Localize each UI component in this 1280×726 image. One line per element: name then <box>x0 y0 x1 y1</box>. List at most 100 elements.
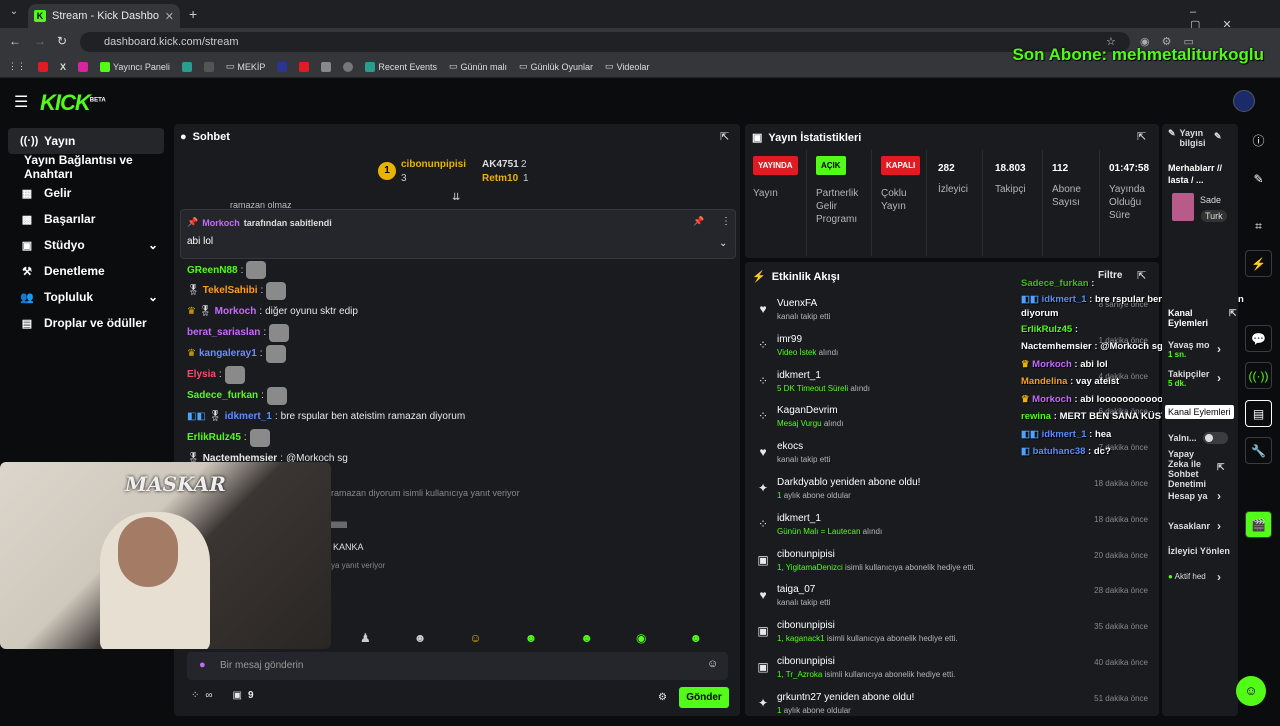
heart-icon: ♥ <box>759 588 767 603</box>
bookmark-icon-b[interactable] <box>203 61 214 72</box>
channel-points-icon[interactable]: ⁘ <box>191 690 199 701</box>
sidebar-item-yayin[interactable]: ((·)) Yayın <box>8 128 164 154</box>
bookmark-gunluk-oyunlar[interactable]: ▭ Günlük Oyunlar <box>519 61 593 72</box>
chat-username[interactable]: kangaleray1 <box>199 347 257 360</box>
chat-username[interactable]: GReenN88 <box>187 264 238 277</box>
gifter-count: 1 <box>523 173 529 184</box>
chat-username[interactable]: Sadece_furkan <box>187 389 258 402</box>
emote-icon[interactable]: ☻ <box>689 631 702 647</box>
instagram-icon[interactable] <box>78 61 89 72</box>
bookmark-videolar[interactable]: ▭ Videolar <box>605 61 649 72</box>
chevron-down-icon[interactable]: ⌄ <box>719 238 727 249</box>
emoji-icon[interactable]: ☺ <box>707 658 718 670</box>
gift-icon[interactable]: ▣ <box>233 690 242 701</box>
message-input[interactable]: ● Bir mesaj gönderin ☺ <box>187 652 728 680</box>
bookmark-recent-events[interactable]: Recent Events <box>365 61 437 72</box>
sidebar-item-gelir[interactable]: ▦ Gelir <box>8 180 164 206</box>
emote-icon[interactable]: ♟ <box>360 631 371 647</box>
chevron-right-icon[interactable]: › <box>1217 489 1221 503</box>
edit-icon[interactable]: ✎ <box>1214 131 1222 142</box>
active-host-row[interactable]: ● Aktif hed <box>1168 572 1206 581</box>
bookmark-icon-d[interactable] <box>299 61 310 72</box>
more-icon[interactable]: ⋮ <box>721 216 731 227</box>
bookmark-icon-a[interactable] <box>181 61 192 72</box>
sidebar-item-topluluk[interactable]: 👥 Topluluk ⌄ <box>8 284 164 310</box>
emote-icon[interactable]: ◉ <box>636 631 646 647</box>
url-bar[interactable]: dashboard.kick.com/stream <box>80 32 1130 52</box>
ai-moderation-row[interactable]: Yapay Zeka ile Sohbet Denetimi <box>1168 449 1212 489</box>
popout-icon[interactable]: ⇱ <box>720 130 729 143</box>
back-icon[interactable]: ← <box>9 34 21 48</box>
gifter-name: AK4751 <box>482 159 519 170</box>
sidebar-item-droplar[interactable]: ▤ Droplar ve ödüller <box>8 310 164 336</box>
bookmark-gunun-mali[interactable]: ▭ Günün malı <box>449 61 507 72</box>
activity-time: 20 dakika önce <box>1094 550 1148 560</box>
chat-username[interactable]: TekelSahibi <box>203 284 258 297</box>
chevron-right-icon[interactable]: › <box>1217 371 1221 385</box>
activity-name: Darkdyablo yeniden abone oldu! <box>777 477 921 488</box>
x-icon[interactable]: X <box>60 62 66 72</box>
emote-icon[interactable]: ☻ <box>580 631 593 647</box>
bookmark-icon-c[interactable] <box>277 61 288 72</box>
chat-username[interactable]: idkmert_1 <box>225 410 272 423</box>
edit-stream-icon[interactable]: ✎ <box>1245 165 1272 192</box>
channel-actions-popout-icon[interactable]: ⇱ <box>1229 308 1237 319</box>
tab-search-button[interactable]: ⌄ <box>6 6 22 22</box>
emote-icon[interactable]: ☺ <box>469 631 481 647</box>
reload-icon[interactable]: ↻ <box>57 34 67 48</box>
chevron-right-icon[interactable]: › <box>1217 570 1221 584</box>
stat-value: 112 <box>1052 163 1069 174</box>
sidebar-item-denetleme[interactable]: ⚒ Denetleme <box>8 258 164 284</box>
tab-close-icon[interactable]: ✕ <box>165 10 174 23</box>
wrench-icon[interactable]: 🔧 <box>1245 437 1272 464</box>
microphone-icon[interactable]: ● <box>199 659 206 671</box>
emote-icon[interactable]: ☻ <box>414 631 427 647</box>
unpin-icon[interactable]: 📌 <box>693 216 704 227</box>
sidebar-item-stream-key[interactable]: Yayın Bağlantısı ve Anahtarı <box>8 153 164 181</box>
new-tab-button[interactable]: + <box>189 6 197 22</box>
pinned-message: 📌 Morkoch tarafından sabitlendi abi lol … <box>180 209 736 259</box>
chat-settings-icon[interactable]: 💬 <box>1245 325 1272 352</box>
community-icon: 👥 <box>20 291 34 304</box>
chat-username[interactable]: berat_sariaslan <box>187 326 260 339</box>
bookmark-yayinci-paneli[interactable]: Yayıncı Paneli <box>100 61 170 72</box>
apps-icon[interactable]: ⋮⋮ <box>8 61 26 72</box>
chat-username[interactable]: Morkoch <box>215 305 257 318</box>
activity-name: cibonunpipisi <box>777 656 835 667</box>
bookmark-icon-e[interactable] <box>321 61 332 72</box>
emote-icon[interactable]: ☻ <box>525 631 538 647</box>
popout-icon[interactable]: ⇱ <box>1137 130 1146 143</box>
external-link-icon[interactable]: ⇱ <box>1217 462 1225 473</box>
chevron-right-icon[interactable]: › <box>1217 519 1221 533</box>
chat-username[interactable]: Elysia <box>187 368 216 381</box>
pinned-by-user: Morkoch <box>202 217 240 228</box>
account-age-row[interactable]: Hesap ya <box>1168 491 1208 501</box>
avatar[interactable] <box>1233 90 1255 112</box>
clip-icon[interactable]: ⌗ <box>1245 213 1272 240</box>
info-icon[interactable]: ⓘ <box>1245 127 1272 154</box>
clapper-icon[interactable]: 🎬 <box>1245 511 1272 538</box>
kick-logo[interactable]: KICKBETA <box>40 90 106 116</box>
sidebar-item-basarilar[interactable]: ▩ Başarılar <box>8 206 164 232</box>
scroll-chevron-icon[interactable]: ⇊ <box>452 192 460 203</box>
activity-name: cibonunpipisi <box>777 548 835 560</box>
raid-icon[interactable]: ⚡ <box>1245 250 1272 277</box>
youtube-icon[interactable] <box>38 61 48 72</box>
forward-icon[interactable]: → <box>34 34 46 48</box>
points-icon: ⁘ <box>757 373 769 388</box>
chat-username[interactable]: ErlikRulz45 <box>187 431 241 444</box>
chevron-right-icon[interactable]: › <box>1217 342 1221 356</box>
sub-only-toggle[interactable] <box>1203 432 1228 444</box>
broadcast-icon[interactable]: ((·)) <box>1245 362 1272 389</box>
banned-words-row[interactable]: Yasaklanr <box>1168 521 1210 531</box>
chat-settings-icon[interactable]: ⚙ <box>658 692 667 703</box>
browser-tab[interactable]: K Stream - Kick Dashboard ✕ <box>28 4 180 28</box>
help-icon[interactable]: ☺ <box>1236 676 1266 706</box>
send-button[interactable]: Gönder <box>679 687 729 708</box>
channel-actions-icon[interactable]: ▤ <box>1245 400 1272 427</box>
menu-icon[interactable]: ☰ <box>14 92 28 112</box>
sidebar-item-studyo[interactable]: ▣ Stüdyo ⌄ <box>8 232 164 258</box>
bookmark-icon-f[interactable] <box>343 61 354 72</box>
bookmark-mekip[interactable]: ▭ MEKİP <box>226 61 266 72</box>
viewer-redirect-row[interactable]: İzleyici Yönlen <box>1168 546 1238 556</box>
